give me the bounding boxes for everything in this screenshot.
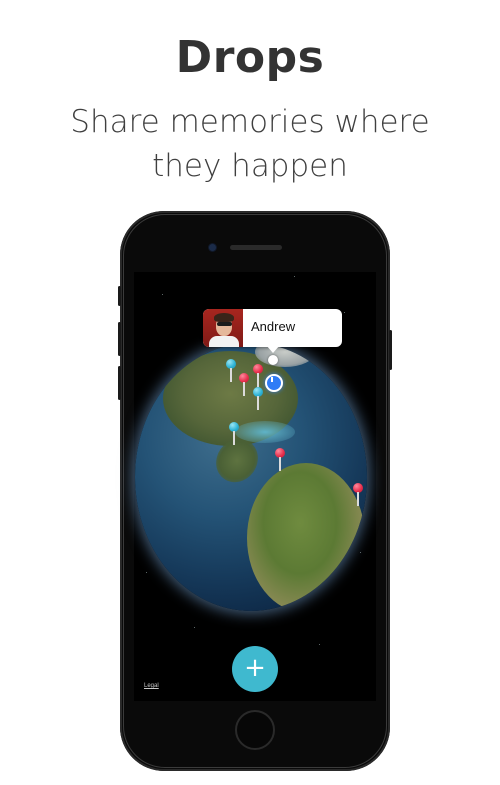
pin-stick — [357, 492, 359, 506]
subtitle-line-1: Share memories where — [70, 104, 430, 140]
phone-volume-up — [118, 322, 121, 356]
pin-stick — [233, 431, 235, 445]
star — [146, 572, 147, 573]
star — [194, 627, 195, 628]
star — [294, 276, 295, 277]
callout-tail — [266, 345, 280, 353]
earth-globe[interactable] — [135, 343, 367, 611]
avatar-shirt — [209, 336, 239, 347]
callout-user-name: Andrew — [251, 319, 296, 334]
caribbean-shallows — [235, 421, 295, 443]
location-heading-mark — [271, 377, 273, 382]
phone-side-button — [118, 286, 121, 306]
star — [344, 312, 345, 313]
legal-link[interactable]: Legal — [144, 683, 159, 689]
star — [162, 294, 163, 295]
subtitle-line-2: they happen — [152, 148, 348, 184]
home-button[interactable] — [235, 710, 275, 750]
front-camera — [209, 244, 216, 251]
callout-anchor-dot — [268, 355, 278, 365]
pin-stick — [257, 396, 259, 410]
app-title: Drops — [175, 32, 325, 83]
pin-stick — [279, 457, 281, 471]
current-location-icon[interactable] — [265, 374, 283, 392]
app-subtitle: Share memories where they happen — [0, 100, 500, 188]
phone-volume-down — [118, 366, 121, 400]
earpiece-speaker — [230, 245, 282, 250]
phone-power-button — [389, 330, 392, 370]
pin-stick — [243, 382, 245, 396]
user-avatar — [203, 309, 243, 347]
pin-stick — [257, 373, 259, 387]
pin-stick — [230, 368, 232, 382]
add-drop-button[interactable]: + — [232, 646, 278, 692]
south-america-land — [247, 463, 365, 611]
user-callout[interactable]: Andrew — [203, 309, 342, 347]
avatar-hair — [214, 313, 234, 322]
star — [319, 644, 320, 645]
avatar-glasses — [217, 322, 232, 326]
